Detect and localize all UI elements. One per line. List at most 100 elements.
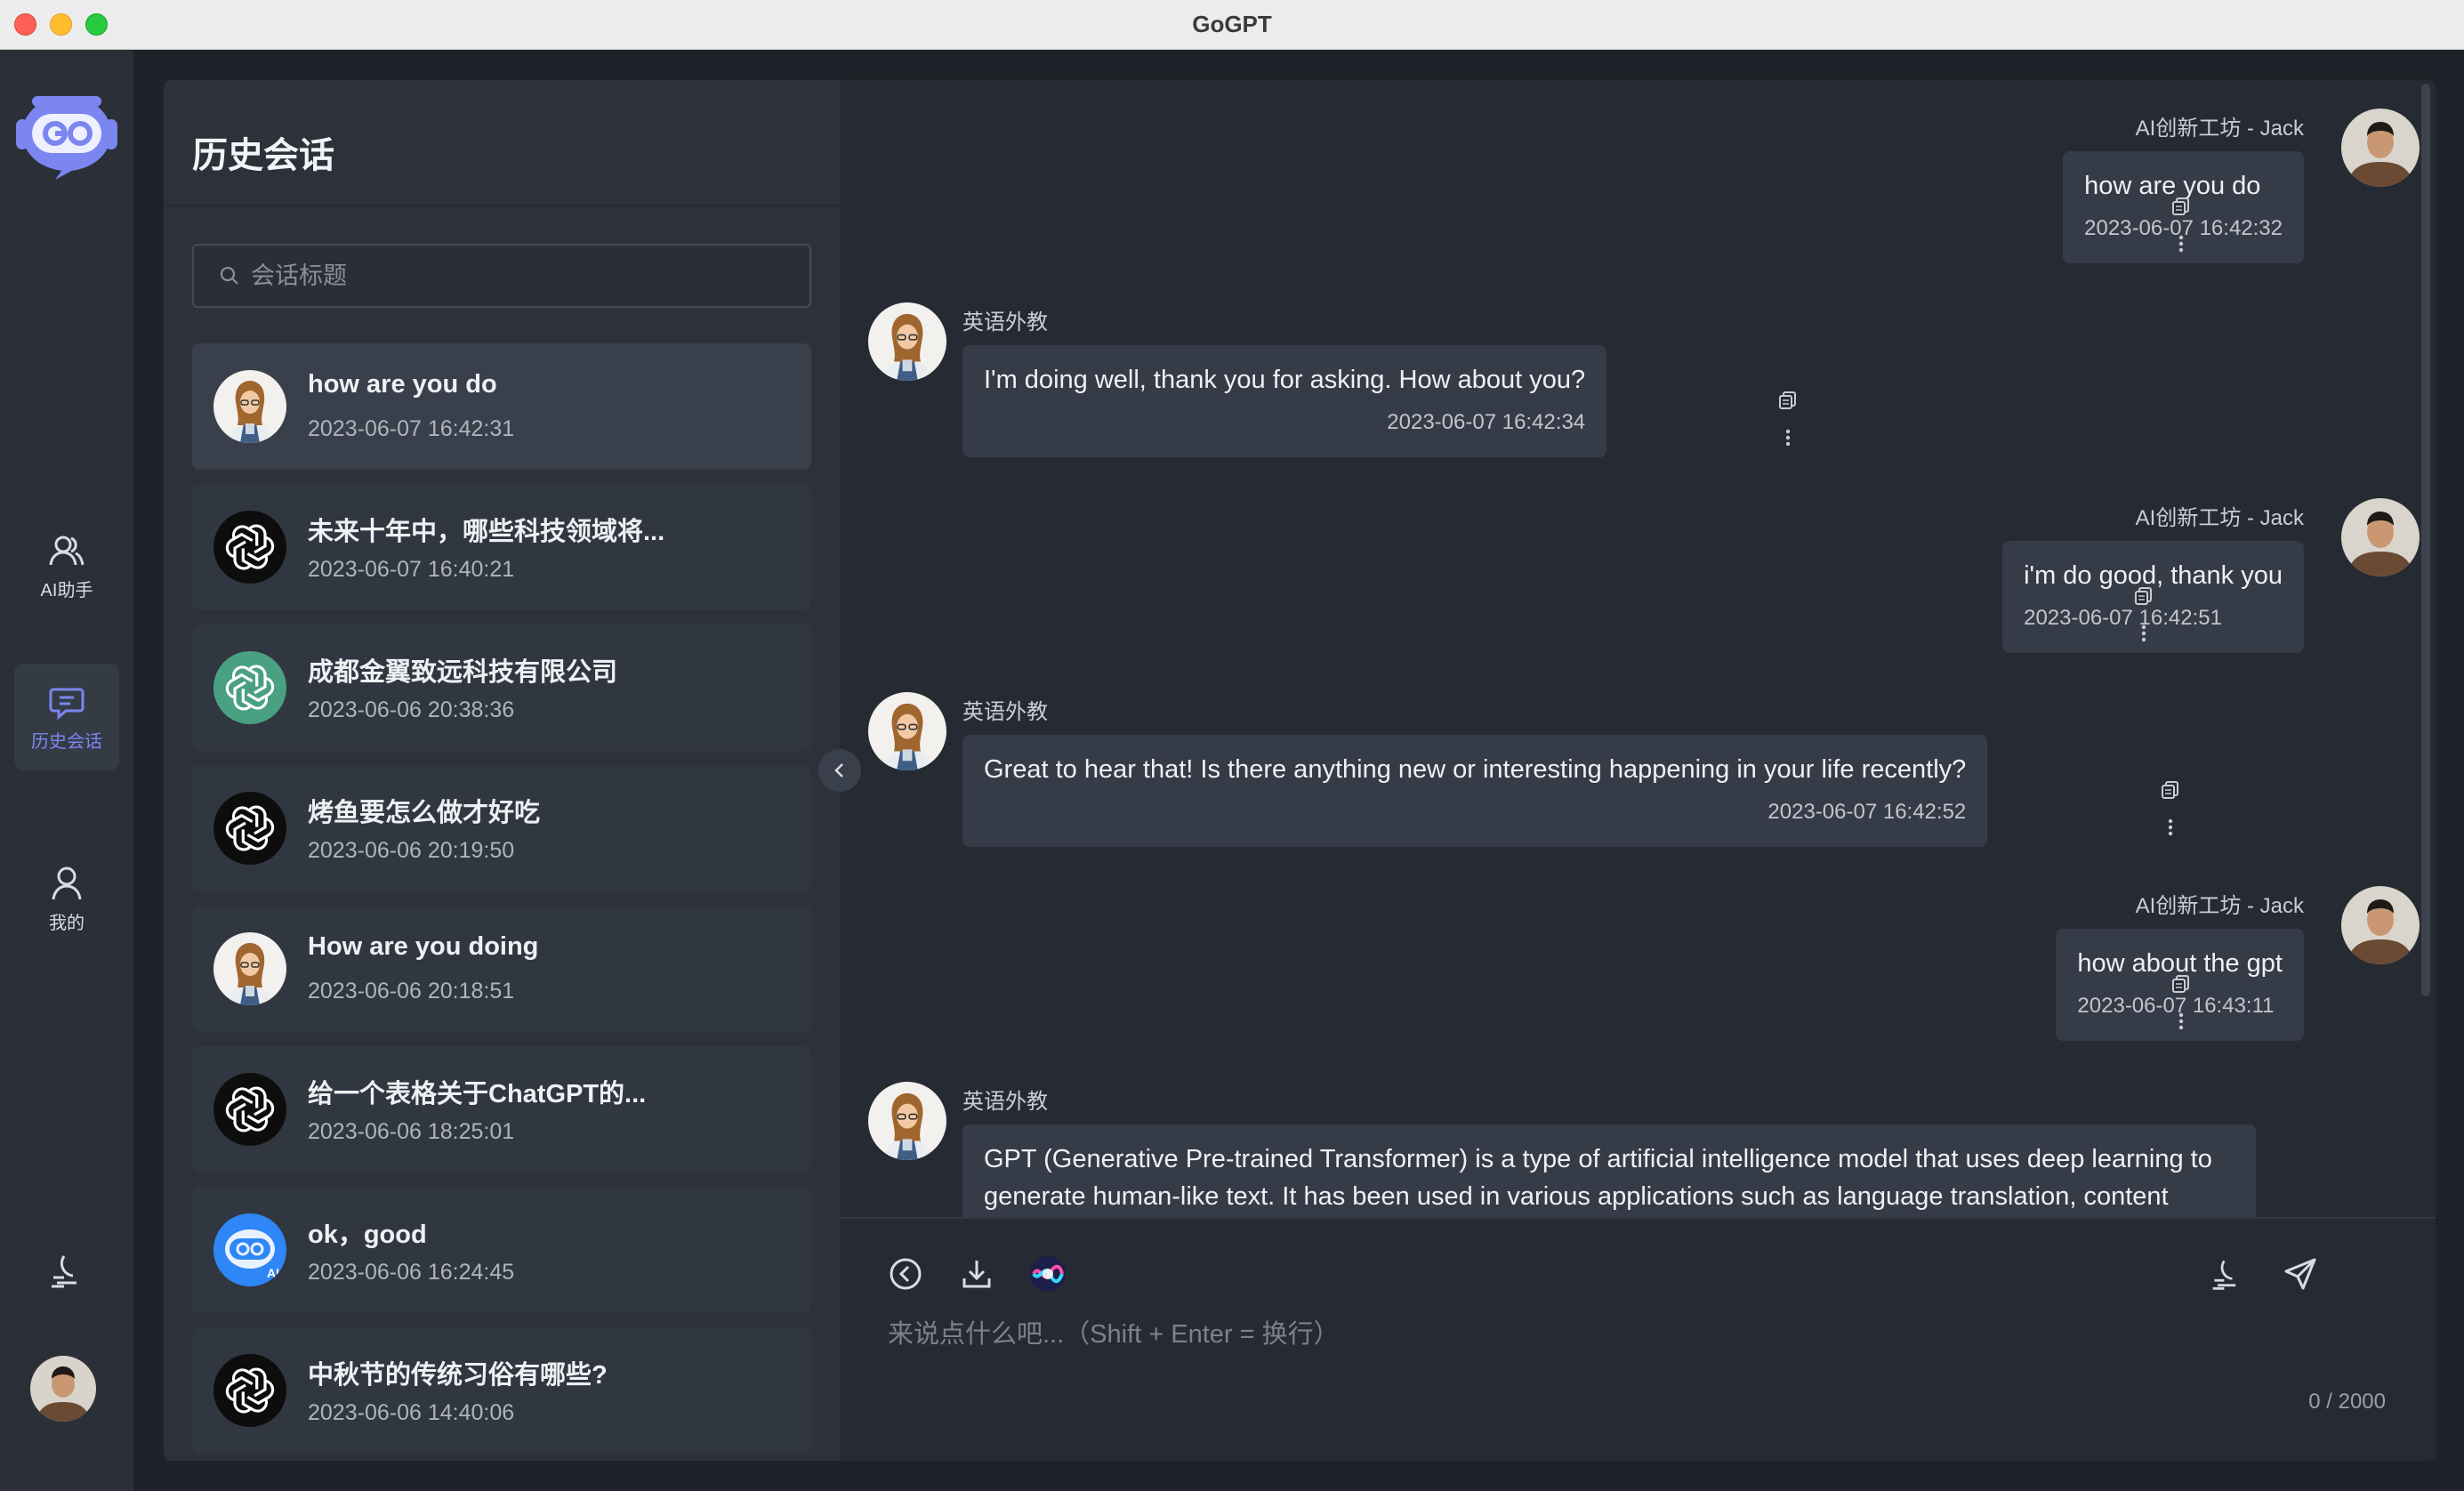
conversation-item[interactable]: how are you do 2023-06-07 16:42:31 xyxy=(192,343,811,470)
user-avatar xyxy=(2341,498,2420,576)
conversation-title: 未来十年中，哪些科技领域将... xyxy=(308,518,665,546)
conversation-title: 给一个表格关于ChatGPT的... xyxy=(308,1080,647,1108)
conversation-time: 2023-06-07 16:40:21 xyxy=(308,557,515,582)
copy-icon[interactable] xyxy=(1777,390,1799,411)
message-input[interactable] xyxy=(888,1308,2311,1361)
nav-profile-label: 我的 xyxy=(49,913,85,933)
message-time: 2023-06-07 16:42:52 xyxy=(1767,800,1967,824)
more-vertical-icon[interactable] xyxy=(2170,233,2192,254)
conversation-item[interactable]: 给一个表格关于ChatGPT的... 2023-06-06 18:25:01 xyxy=(192,1046,811,1173)
conversation-time: 2023-06-06 20:38:36 xyxy=(308,697,515,722)
nav-history-label: 历史会话 xyxy=(31,731,102,752)
message-time: 2023-06-07 16:42:34 xyxy=(1387,410,1586,434)
message-sender: 英语外教 xyxy=(962,700,1048,724)
nav-profile[interactable]: 我的 xyxy=(14,845,119,952)
message-sender: AI创新工坊 - Jack xyxy=(2135,117,2304,141)
bot-avatar xyxy=(868,1082,946,1160)
nav-ai-assistant[interactable]: AI助手 xyxy=(14,512,119,619)
nav-ai-assistant-label: AI助手 xyxy=(40,580,93,600)
users-icon xyxy=(49,536,85,565)
send-button[interactable] xyxy=(2281,1254,2320,1294)
user-icon xyxy=(52,866,82,899)
download-button[interactable] xyxy=(957,1254,996,1294)
window-titlebar: GoGPT xyxy=(0,0,2464,50)
conversation-time: 2023-06-06 18:25:01 xyxy=(308,1119,515,1144)
conversation-item[interactable]: 中秋节的传统习俗有哪些? 2023-06-06 14:40:06 xyxy=(192,1327,811,1454)
conversation-avatar xyxy=(213,1354,286,1427)
conversation-avatar xyxy=(213,651,286,724)
conversation-title: 成都金翼致远科技有限公司 xyxy=(308,658,618,687)
copy-icon[interactable] xyxy=(2170,973,2192,995)
search-icon xyxy=(220,266,238,285)
message-tools xyxy=(2158,779,2183,838)
char-counter: 0 / 2000 xyxy=(2308,1390,2386,1414)
conversation-item[interactable]: How are you doing 2023-06-06 20:18:51 xyxy=(192,906,811,1032)
chat-scrollbar[interactable] xyxy=(2421,84,2430,996)
bot-message-bubble: Great to hear that! Is there anything ne… xyxy=(962,735,1988,847)
svg-text:AI: AI xyxy=(267,1266,279,1280)
more-vertical-icon[interactable] xyxy=(2160,817,2181,838)
message-sender: 英语外教 xyxy=(962,310,1048,334)
user-avatar[interactable] xyxy=(30,1356,96,1422)
bot-message-bubble: GPT (Generative Pre-trained Transformer)… xyxy=(962,1124,2256,1217)
more-vertical-icon[interactable] xyxy=(2170,1011,2192,1032)
conversation-avatar xyxy=(213,370,286,443)
app-body: AI助手 历史会话 我的 历史会话 会话标题 how are you do 20… xyxy=(0,50,2464,1491)
conversation-time: 2023-06-06 16:24:45 xyxy=(308,1260,515,1285)
message-tools xyxy=(2169,196,2194,254)
user-avatar xyxy=(2341,886,2420,964)
gogpt-logo-icon xyxy=(16,96,117,180)
conversation-avatar: AI xyxy=(213,1213,286,1286)
back-circle-icon xyxy=(890,1258,922,1290)
message-text: I'm doing well, thank you for asking. Ho… xyxy=(984,366,1586,394)
more-vertical-icon[interactable] xyxy=(1777,427,1799,448)
conversation-avatar xyxy=(213,511,286,584)
conversation-title: 烤鱼要怎么做才好吃 xyxy=(308,799,541,827)
nav-history[interactable]: 历史会话 xyxy=(14,664,119,770)
message-text: GPT (Generative Pre-trained Transformer)… xyxy=(984,1145,2212,1211)
conversation-time: 2023-06-06 20:19:50 xyxy=(308,838,515,863)
conversation-item[interactable]: AI ok，good 2023-06-06 16:24:45 xyxy=(192,1187,811,1313)
message-sender: 英语外教 xyxy=(962,1090,1048,1114)
nav-rail: AI助手 历史会话 我的 xyxy=(0,50,133,1491)
more-vertical-icon[interactable] xyxy=(2133,623,2154,644)
conversation-time: 2023-06-07 16:42:31 xyxy=(308,416,515,441)
conversation-item[interactable]: 未来十年中，哪些科技领域将... 2023-06-07 16:40:21 xyxy=(192,484,811,610)
conversation-title: 中秋节的传统习俗有哪些? xyxy=(308,1361,608,1390)
theme-toggle-button[interactable] xyxy=(2208,1254,2247,1294)
message-text: Great to hear that! Is there anything ne… xyxy=(984,755,1967,784)
conversation-avatar xyxy=(213,1073,286,1146)
chat-messages: AI创新工坊 - Jack how are you do 2023-06-07 … xyxy=(840,80,2436,1217)
message-tools xyxy=(1776,390,1800,448)
conversation-list: how are you do 2023-06-07 16:42:31 未来十年中，哪… xyxy=(192,343,811,1461)
conversation-time: 2023-06-06 20:18:51 xyxy=(308,979,515,1003)
history-panel: 历史会话 how are you do 2023-06-07 16:42:31 未来… xyxy=(164,80,840,1461)
download-icon xyxy=(962,1261,991,1288)
bot-avatar xyxy=(868,692,946,770)
main-panel: 历史会话 how are you do 2023-06-07 16:42:31 未来… xyxy=(164,80,2436,1461)
siri-icon xyxy=(1030,1256,1066,1292)
message-tools xyxy=(2169,973,2194,1032)
chat-icon xyxy=(49,688,85,720)
history-search-input[interactable] xyxy=(251,262,785,290)
copy-icon[interactable] xyxy=(2133,585,2154,607)
window-title: GoGPT xyxy=(1192,11,1272,37)
send-icon xyxy=(2284,1258,2316,1290)
conversation-item[interactable]: 成都金翼致远科技有限公司 2023-06-06 20:38:36 xyxy=(192,625,811,751)
voice-assistant-button[interactable] xyxy=(1028,1254,1067,1294)
copy-icon[interactable] xyxy=(2170,196,2192,217)
history-search[interactable] xyxy=(192,244,811,308)
divider xyxy=(164,205,840,206)
conversation-title: How are you doing xyxy=(308,932,539,961)
message-sender: AI创新工坊 - Jack xyxy=(2135,894,2304,918)
conversation-avatar xyxy=(213,792,286,865)
back-button[interactable] xyxy=(886,1254,925,1294)
conversation-avatar xyxy=(213,932,286,1005)
copy-icon[interactable] xyxy=(2160,779,2181,801)
conversation-item[interactable]: 烤鱼要怎么做才好吃 2023-06-06 20:19:50 xyxy=(192,765,811,891)
bot-avatar xyxy=(868,302,946,381)
conversation-time: 2023-06-06 14:40:06 xyxy=(308,1400,515,1425)
moon-icon[interactable] xyxy=(48,1251,87,1290)
message-tools xyxy=(2131,585,2156,644)
message-sender: AI创新工坊 - Jack xyxy=(2135,506,2304,530)
